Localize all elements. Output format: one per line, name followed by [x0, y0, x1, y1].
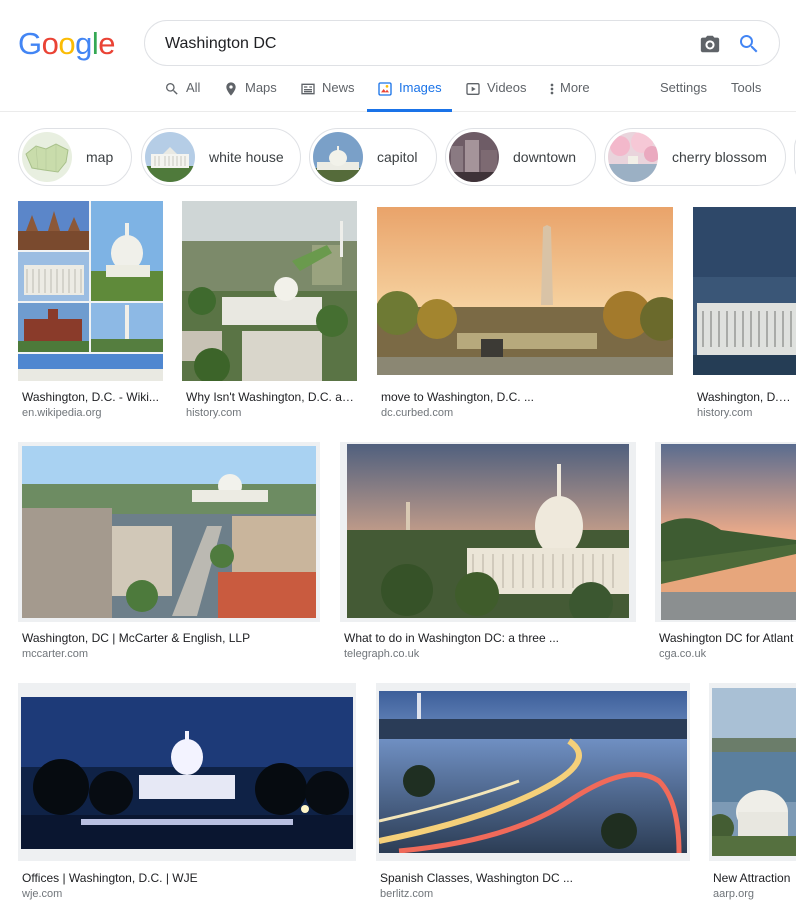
result-thumbnail: [655, 442, 796, 622]
result-source: berlitz.com: [380, 888, 434, 900]
tab-label: Maps: [245, 80, 277, 95]
news-icon: [301, 83, 315, 95]
image-result[interactable]: What to do in Washington DC: a three ...…: [340, 442, 636, 662]
result-source: dc.curbed.com: [381, 407, 454, 419]
result-thumbnail: [693, 207, 796, 375]
tab-maps[interactable]: Maps: [223, 80, 277, 112]
result-source: history.com: [697, 407, 753, 419]
result-thumbnail: [376, 683, 690, 861]
chip-thumbnail: [313, 132, 363, 182]
result-thumbnail: [709, 683, 796, 861]
related-searches-chips: map white house capitol downtown cherry …: [18, 128, 796, 186]
result-title: What to do in Washington DC: a three ...: [344, 631, 559, 645]
image-result[interactable]: Washington, DC | McCarter & English, LLP…: [18, 442, 320, 662]
result-thumbnail: [377, 207, 673, 375]
tab-videos[interactable]: Videos: [465, 80, 527, 112]
chip-capitol[interactable]: capitol: [309, 128, 437, 186]
result-source: cga.co.uk: [659, 648, 707, 660]
camera-icon[interactable]: [699, 33, 721, 55]
result-source: aarp.org: [713, 888, 754, 900]
tab-more[interactable]: More: [548, 80, 590, 112]
result-source: wje.com: [22, 888, 63, 900]
tab-label: Videos: [487, 80, 527, 95]
chip-map[interactable]: map: [18, 128, 132, 186]
tab-label: More: [560, 80, 590, 95]
image-result[interactable]: Washington, D.C. - Wiki... en.wikipedia.…: [18, 201, 163, 421]
result-title: Washington, DC | McCarter & English, LLP: [22, 631, 251, 645]
result-title: Offices | Washington, D.C. | WJE: [22, 871, 198, 885]
result-thumbnail: [18, 683, 356, 861]
image-result[interactable]: move to Washington, D.C. ... dc.curbed.c…: [377, 207, 673, 421]
chip-downtown[interactable]: downtown: [445, 128, 596, 186]
search-icon[interactable]: [737, 32, 761, 56]
tab-label: Images: [399, 80, 442, 95]
chip-thumbnail: [608, 132, 658, 182]
result-thumbnail: [18, 442, 320, 622]
result-thumbnail: [182, 201, 357, 381]
result-source: en.wikipedia.org: [22, 407, 102, 419]
image-result[interactable]: Spanish Classes, Washington DC ... berli…: [376, 683, 690, 903]
settings-link[interactable]: Settings: [660, 80, 707, 95]
result-title: Washington DC for Atlant: [659, 631, 794, 645]
search-icon: [166, 83, 178, 95]
tab-news[interactable]: News: [300, 80, 355, 112]
result-title: Spanish Classes, Washington DC ...: [380, 871, 573, 885]
chip-white-house[interactable]: white house: [141, 128, 301, 186]
chip-label: downtown: [513, 149, 577, 165]
chip-thumbnail: [22, 132, 72, 182]
result-source: telegraph.co.uk: [344, 648, 420, 660]
tab-images[interactable]: Images: [367, 80, 452, 112]
result-thumbnail: [18, 201, 163, 381]
image-result[interactable]: Why Isn't Washington, D.C. a ... history…: [182, 201, 357, 421]
tab-all[interactable]: All: [164, 80, 200, 112]
search-box: [144, 20, 780, 66]
map-pin-icon: [226, 82, 236, 96]
search-tabs: All Maps News Images Videos More Setting…: [0, 70, 796, 112]
image-result[interactable]: Washington DC for Atlant cga.co.uk: [655, 442, 796, 662]
chip-label: capitol: [377, 149, 418, 165]
chip-label: map: [86, 149, 114, 165]
chip-label: cherry blossom: [672, 149, 767, 165]
image-result[interactable]: Offices | Washington, D.C. | WJE wje.com: [18, 683, 356, 903]
search-input[interactable]: [165, 33, 685, 55]
result-source: mccarter.com: [22, 648, 89, 660]
more-vert-icon: [550, 83, 554, 95]
result-source: history.com: [186, 407, 242, 419]
tools-link[interactable]: Tools: [731, 80, 761, 95]
result-title: Why Isn't Washington, D.C. a ...: [186, 390, 354, 404]
tab-label: News: [322, 80, 355, 95]
tab-label: All: [186, 80, 201, 95]
image-result[interactable]: New Attraction aarp.org: [709, 683, 796, 903]
chip-label: white house: [209, 149, 284, 165]
chip-thumbnail: [449, 132, 499, 182]
image-icon: [378, 82, 392, 96]
result-thumbnail: [340, 442, 636, 622]
result-title: move to Washington, D.C. ...: [381, 390, 534, 404]
result-title: Washington, D.C. - Wiki...: [22, 390, 159, 404]
google-logo[interactable]: Google: [18, 26, 116, 62]
video-icon: [466, 83, 480, 95]
result-title: New Attraction: [713, 871, 791, 885]
image-result[interactable]: Washington, D.C. - history.com: [693, 207, 796, 421]
result-title: Washington, D.C. -: [697, 390, 796, 404]
chip-cherry-blossom[interactable]: cherry blossom: [604, 128, 786, 186]
chip-thumbnail: [145, 132, 195, 182]
